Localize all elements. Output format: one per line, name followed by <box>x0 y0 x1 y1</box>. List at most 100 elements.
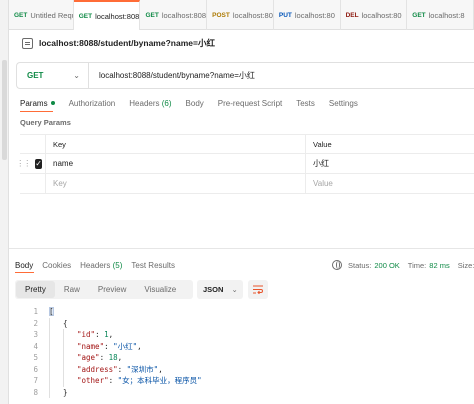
request-tab-method: GET <box>14 11 28 19</box>
new-key-field[interactable]: Key <box>46 174 306 193</box>
request-tab[interactable]: PUT localhost:80 <box>274 0 341 30</box>
row-check-cell-empty <box>20 174 46 193</box>
json-key: "id" <box>77 330 96 340</box>
request-tab[interactable]: GET localhost:808 <box>73 0 141 30</box>
time-value[interactable]: 82 ms <box>429 261 449 270</box>
indent-guide <box>63 329 77 341</box>
request-title-row: localhost:8088/student/byname?name=小红 <box>22 36 215 50</box>
preview-button[interactable]: Preview <box>89 281 135 298</box>
method-select[interactable]: GET ⌄ <box>17 63 89 88</box>
request-tab[interactable]: GET localhost:8 <box>407 0 474 30</box>
json-colon: : <box>95 330 105 340</box>
view-mode-bar: Pretty Raw Preview Visualize <box>15 280 193 299</box>
http-request-icon <box>22 37 33 49</box>
param-value-field[interactable]: 小红 <box>306 154 474 173</box>
pane-divider[interactable] <box>9 248 474 249</box>
response-tabs: Body Cookies Headers (5) Test Results <box>15 259 184 271</box>
code-brace: } <box>63 387 68 397</box>
request-tab[interactable]: DEL localhost:80 <box>341 0 408 30</box>
request-title[interactable]: localhost:8088/student/byname?name=小红 <box>39 37 215 49</box>
json-value: 18 <box>108 353 118 363</box>
param-enabled-checkbox[interactable]: ✓ <box>35 158 42 169</box>
json-value: "小红" <box>113 341 138 351</box>
tab-body[interactable]: Body <box>186 99 204 108</box>
header-check-cell <box>20 135 46 153</box>
line-number: 1 <box>33 307 38 317</box>
new-value-field[interactable]: Value <box>306 174 474 193</box>
query-params-table: Key Value ⋮⋮ ✓ name 小红 Key Value <box>16 134 474 194</box>
table-row-new: Key Value <box>20 174 474 194</box>
json-key: "name" <box>77 341 105 351</box>
response-status: Status: 200 OK Time: 82 ms Size: <box>332 259 474 271</box>
request-tab-label: Untitled Requ <box>30 10 74 20</box>
tab-tests[interactable]: Tests <box>296 99 315 108</box>
resp-tab-body[interactable]: Body <box>15 261 33 270</box>
tab-settings[interactable]: Settings <box>329 99 358 108</box>
line-number: 7 <box>33 376 38 386</box>
sidebar-scroll-thumb[interactable] <box>2 60 7 160</box>
url-bar: GET ⌄ localhost:8088/student/byname?name… <box>16 62 474 89</box>
resp-tab-headers-count: (5) <box>112 260 123 270</box>
request-tab-label: localhost:80 <box>361 10 402 20</box>
visualize-button[interactable]: Visualize <box>135 281 185 298</box>
code-line: 8} <box>22 386 202 398</box>
resp-tab-headers[interactable]: Headers (5) <box>80 261 122 270</box>
resp-tab-cookies[interactable]: Cookies <box>42 261 71 270</box>
response-body-code[interactable]: 1[ 2{ 3 "id": 1, 4 "name": "小红", 5 "age": 1… <box>22 306 202 398</box>
tab-headers[interactable]: Headers (6) <box>129 99 171 108</box>
code-line: 6 "address": "深圳市", <box>22 363 202 375</box>
raw-button[interactable]: Raw <box>55 281 89 298</box>
line-number: 2 <box>33 318 38 328</box>
format-select[interactable]: JSON ⌄ <box>197 280 243 299</box>
request-tab-bar: GET Untitled Requ GET localhost:808 GET local… <box>9 0 474 30</box>
line-number: 4 <box>33 341 38 351</box>
json-value: "女；本科毕业，程序员" <box>117 376 202 386</box>
request-tab-method: GET <box>145 11 159 19</box>
request-tab-label: localhost:808 <box>95 11 140 21</box>
tab-authorization[interactable]: Authorization <box>69 99 116 108</box>
resp-tab-test-results[interactable]: Test Results <box>131 261 175 270</box>
json-comma: , <box>137 341 142 351</box>
line-number: 5 <box>33 353 38 363</box>
request-tab-label: localhost:808 <box>161 10 207 20</box>
chevron-down-icon: ⌄ <box>73 71 80 80</box>
drag-handle-icon[interactable]: ⋮⋮ <box>16 159 31 168</box>
key-column-header: Key <box>46 135 306 153</box>
params-active-dot-icon <box>50 101 55 106</box>
format-value: JSON <box>203 285 224 294</box>
globe-icon[interactable] <box>332 260 342 270</box>
indent-guide <box>63 340 77 352</box>
indent-guide <box>49 340 63 352</box>
indent-guide <box>49 363 63 375</box>
request-tab-label: localhost:8 <box>428 10 465 20</box>
value-column-header: Value <box>313 139 332 149</box>
indent-guide <box>49 386 63 398</box>
request-tab[interactable]: GET localhost:808 <box>140 0 208 30</box>
json-colon: : <box>99 353 109 363</box>
code-line: 5 "age": 18, <box>22 352 202 364</box>
param-key-field[interactable]: name <box>46 154 306 173</box>
status-value[interactable]: 200 OK <box>374 261 399 270</box>
tab-prerequest-script[interactable]: Pre-request Script <box>218 99 282 108</box>
code-line: 1[ <box>22 306 202 318</box>
request-tab-method: POST <box>212 11 230 19</box>
table-header-row: Key Value <box>20 134 474 154</box>
code-bracket: [ <box>49 307 54 317</box>
indent-guide <box>49 352 63 364</box>
tab-params[interactable]: Params <box>20 99 55 108</box>
pretty-button[interactable]: Pretty <box>16 281 55 298</box>
code-line: 7 "other": "女；本科毕业，程序员" <box>22 375 202 387</box>
json-colon: : <box>104 341 114 351</box>
request-tab[interactable]: GET Untitled Requ <box>9 0 74 30</box>
wrap-lines-button[interactable] <box>248 280 268 299</box>
json-key: "address" <box>77 364 118 374</box>
json-colon: : <box>117 364 127 374</box>
code-brace: { <box>63 318 68 328</box>
request-tab[interactable]: POST localhost:80 <box>207 0 274 30</box>
line-number: 6 <box>33 364 38 374</box>
row-check-cell: ⋮⋮ ✓ <box>16 154 46 173</box>
json-value: "深圳市" <box>126 364 159 374</box>
url-input[interactable]: localhost:8088/student/byname?name=小红 <box>89 70 255 81</box>
json-comma: , <box>108 330 114 340</box>
request-tab-method: GET <box>412 11 426 19</box>
